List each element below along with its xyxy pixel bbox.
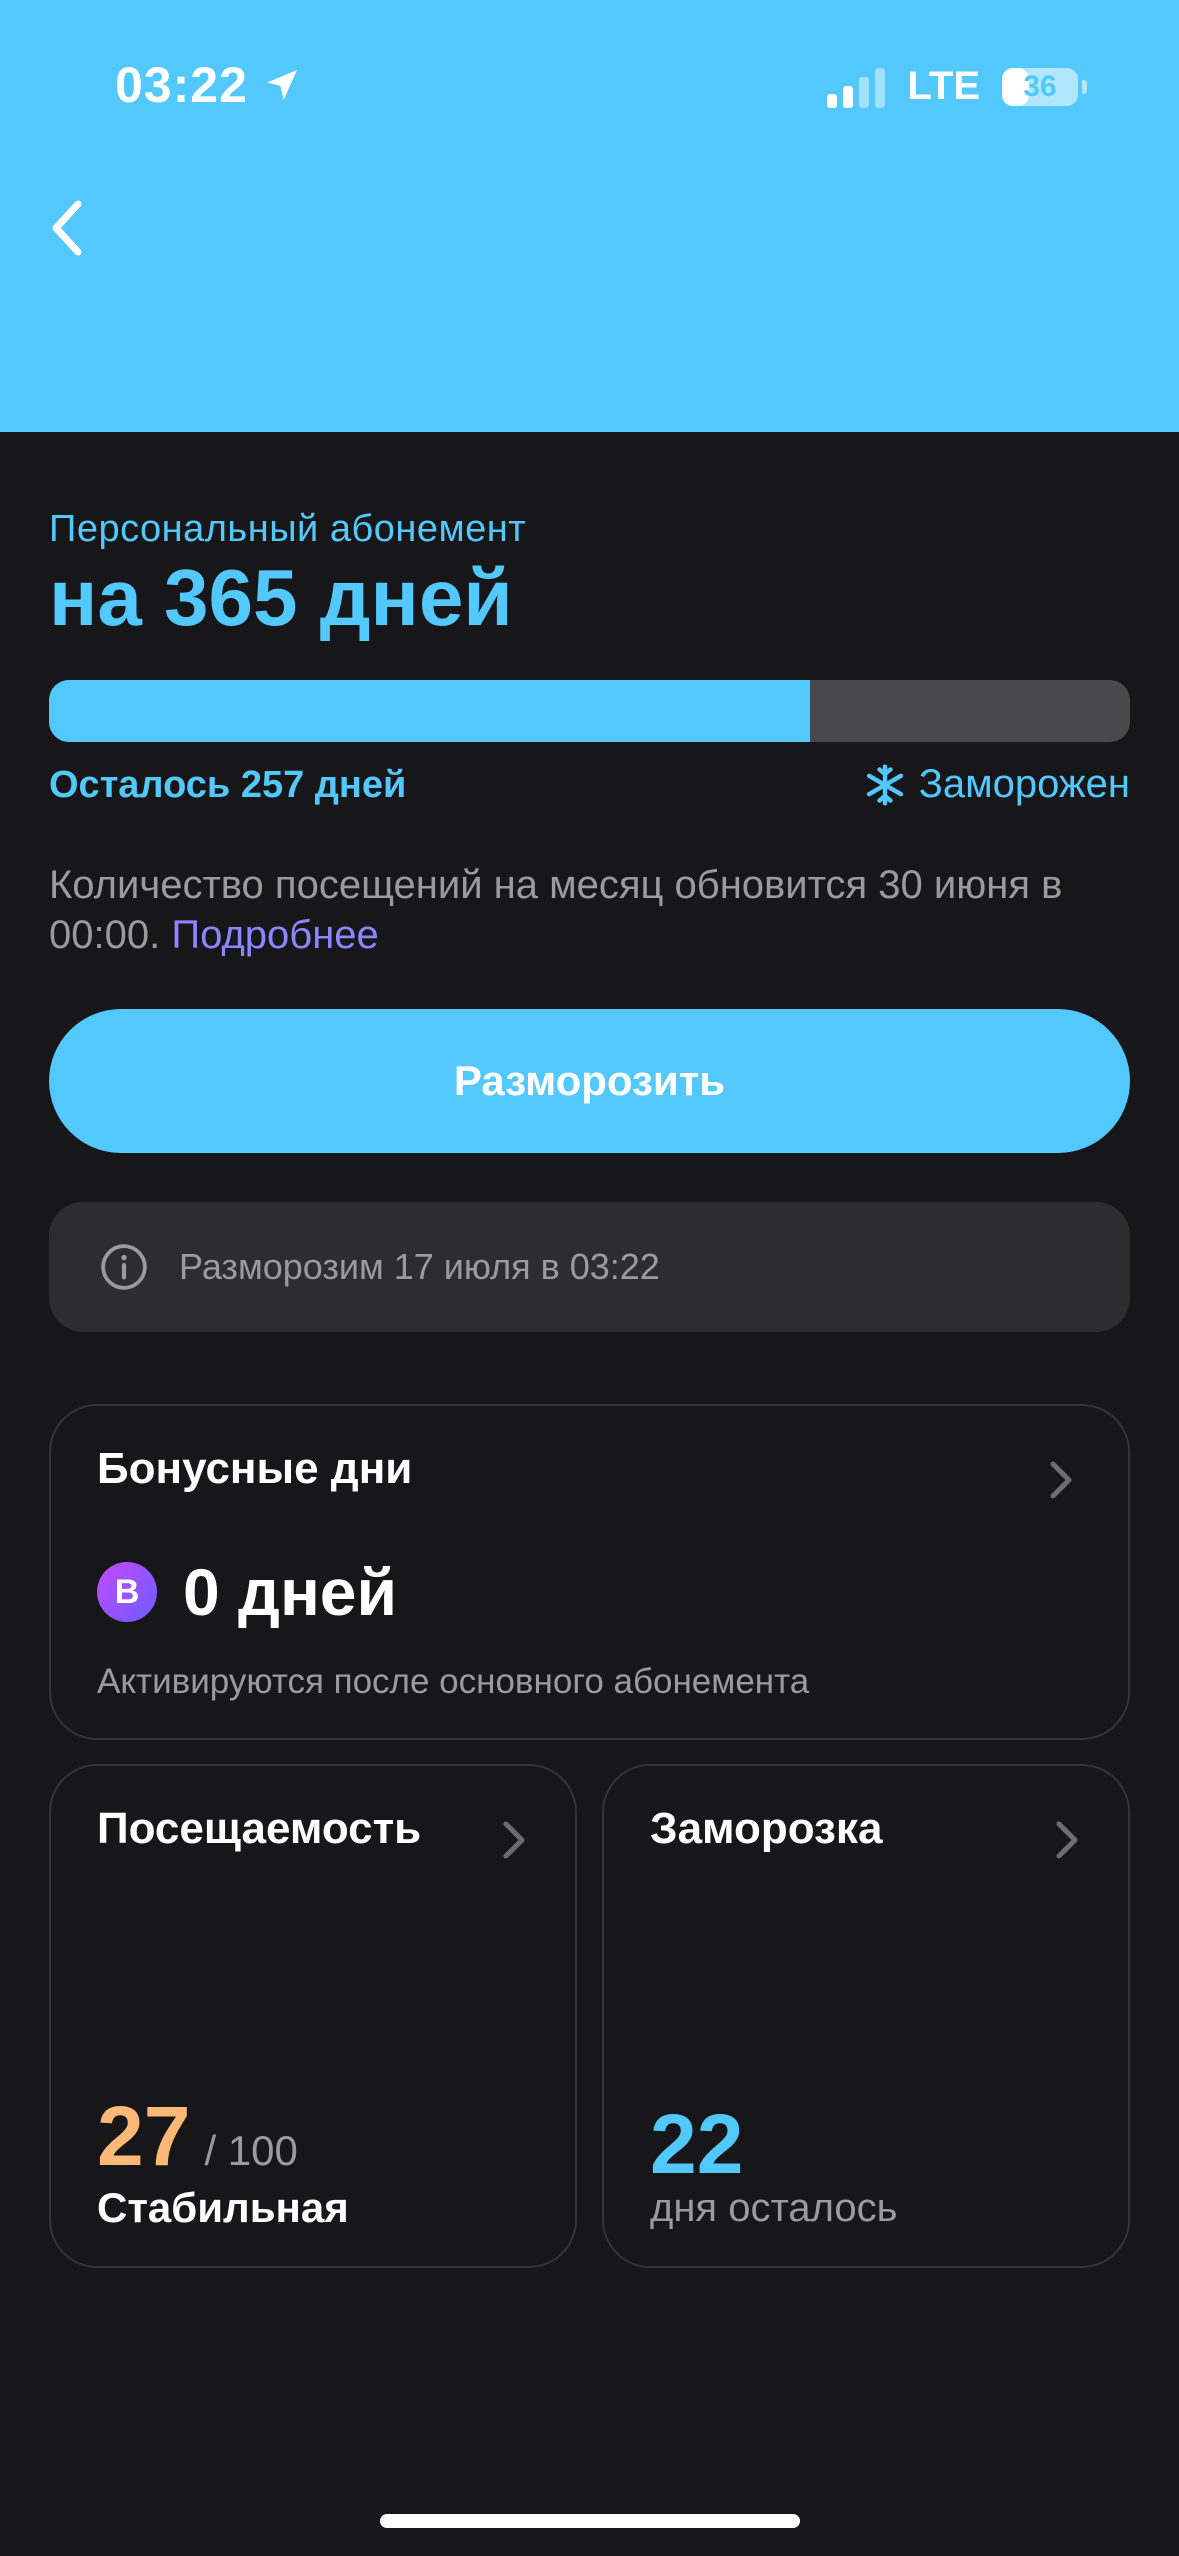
- clock: 03:22: [115, 57, 248, 113]
- chevron-right-icon: [1050, 1461, 1072, 1499]
- chevron-left-icon: [52, 200, 82, 256]
- freeze-card[interactable]: Заморозка 22 дня осталось: [602, 1764, 1130, 2268]
- battery-cap: [1082, 79, 1087, 94]
- subscription-type: Персональный абонемент: [49, 508, 527, 550]
- bonus-days-description: Активируются после основного абонемента: [97, 1662, 810, 1701]
- details-link[interactable]: Подробнее: [171, 913, 378, 957]
- header-bar: 03:22 LTE 36: [0, 0, 1179, 432]
- bonus-days-row: B 0 дней: [97, 1554, 397, 1630]
- freeze-title: Заморозка: [650, 1804, 883, 1853]
- attendance-title: Посещаемость: [97, 1804, 422, 1853]
- attendance-card[interactable]: Посещаемость 27 / 100 Стабильная: [49, 1764, 577, 2268]
- location-arrow-icon: [266, 70, 297, 100]
- battery-icon: 36: [1002, 67, 1078, 106]
- freeze-days-label: дня осталось: [650, 2186, 898, 2230]
- frozen-status-label: Заморожен: [918, 762, 1130, 806]
- info-circle-icon: [101, 1244, 147, 1290]
- attendance-score: 27 / 100: [97, 2088, 298, 2185]
- signal-bars-icon: [827, 66, 886, 108]
- frozen-status: Заморожен: [863, 762, 1130, 807]
- snowflake-icon: [866, 763, 903, 806]
- chevron-right-icon: [1056, 1821, 1078, 1859]
- bonus-days-title: Бонусные дни: [97, 1444, 413, 1493]
- days-remaining: Осталось 257 дней: [49, 764, 407, 806]
- subscription-progress-bar: [49, 680, 1130, 742]
- bonus-days-card[interactable]: Бонусные дни B 0 дней Активируются после…: [49, 1404, 1130, 1740]
- attendance-score-value: 27: [97, 2089, 191, 2183]
- attendance-level: Стабильная: [97, 2184, 349, 2231]
- freeze-days-value: 22: [650, 2097, 744, 2191]
- bonus-days-value: 0 дней: [183, 1555, 398, 1629]
- unfreeze-notice: Разморозим 17 июля в 03:22: [49, 1202, 1130, 1332]
- network-type: LTE: [907, 64, 980, 108]
- chevron-right-icon: [503, 1821, 525, 1859]
- bonus-badge-icon: B: [97, 1562, 157, 1622]
- status-bar-time: 03:22: [115, 56, 302, 114]
- progress-fill: [49, 680, 811, 742]
- battery-level: 36: [1023, 69, 1057, 103]
- unfreeze-button[interactable]: Разморозить: [49, 1009, 1130, 1153]
- unfreeze-notice-text: Разморозим 17 июля в 03:22: [179, 1246, 660, 1287]
- back-button[interactable]: [38, 192, 98, 264]
- home-indicator[interactable]: [380, 2514, 800, 2528]
- status-bar-indicators: LTE 36: [827, 64, 1087, 109]
- visits-info: Количество посещений на месяц обновится …: [49, 860, 1130, 960]
- attendance-score-max: / 100: [204, 2127, 298, 2174]
- subscription-title: на 365 дней: [49, 553, 513, 642]
